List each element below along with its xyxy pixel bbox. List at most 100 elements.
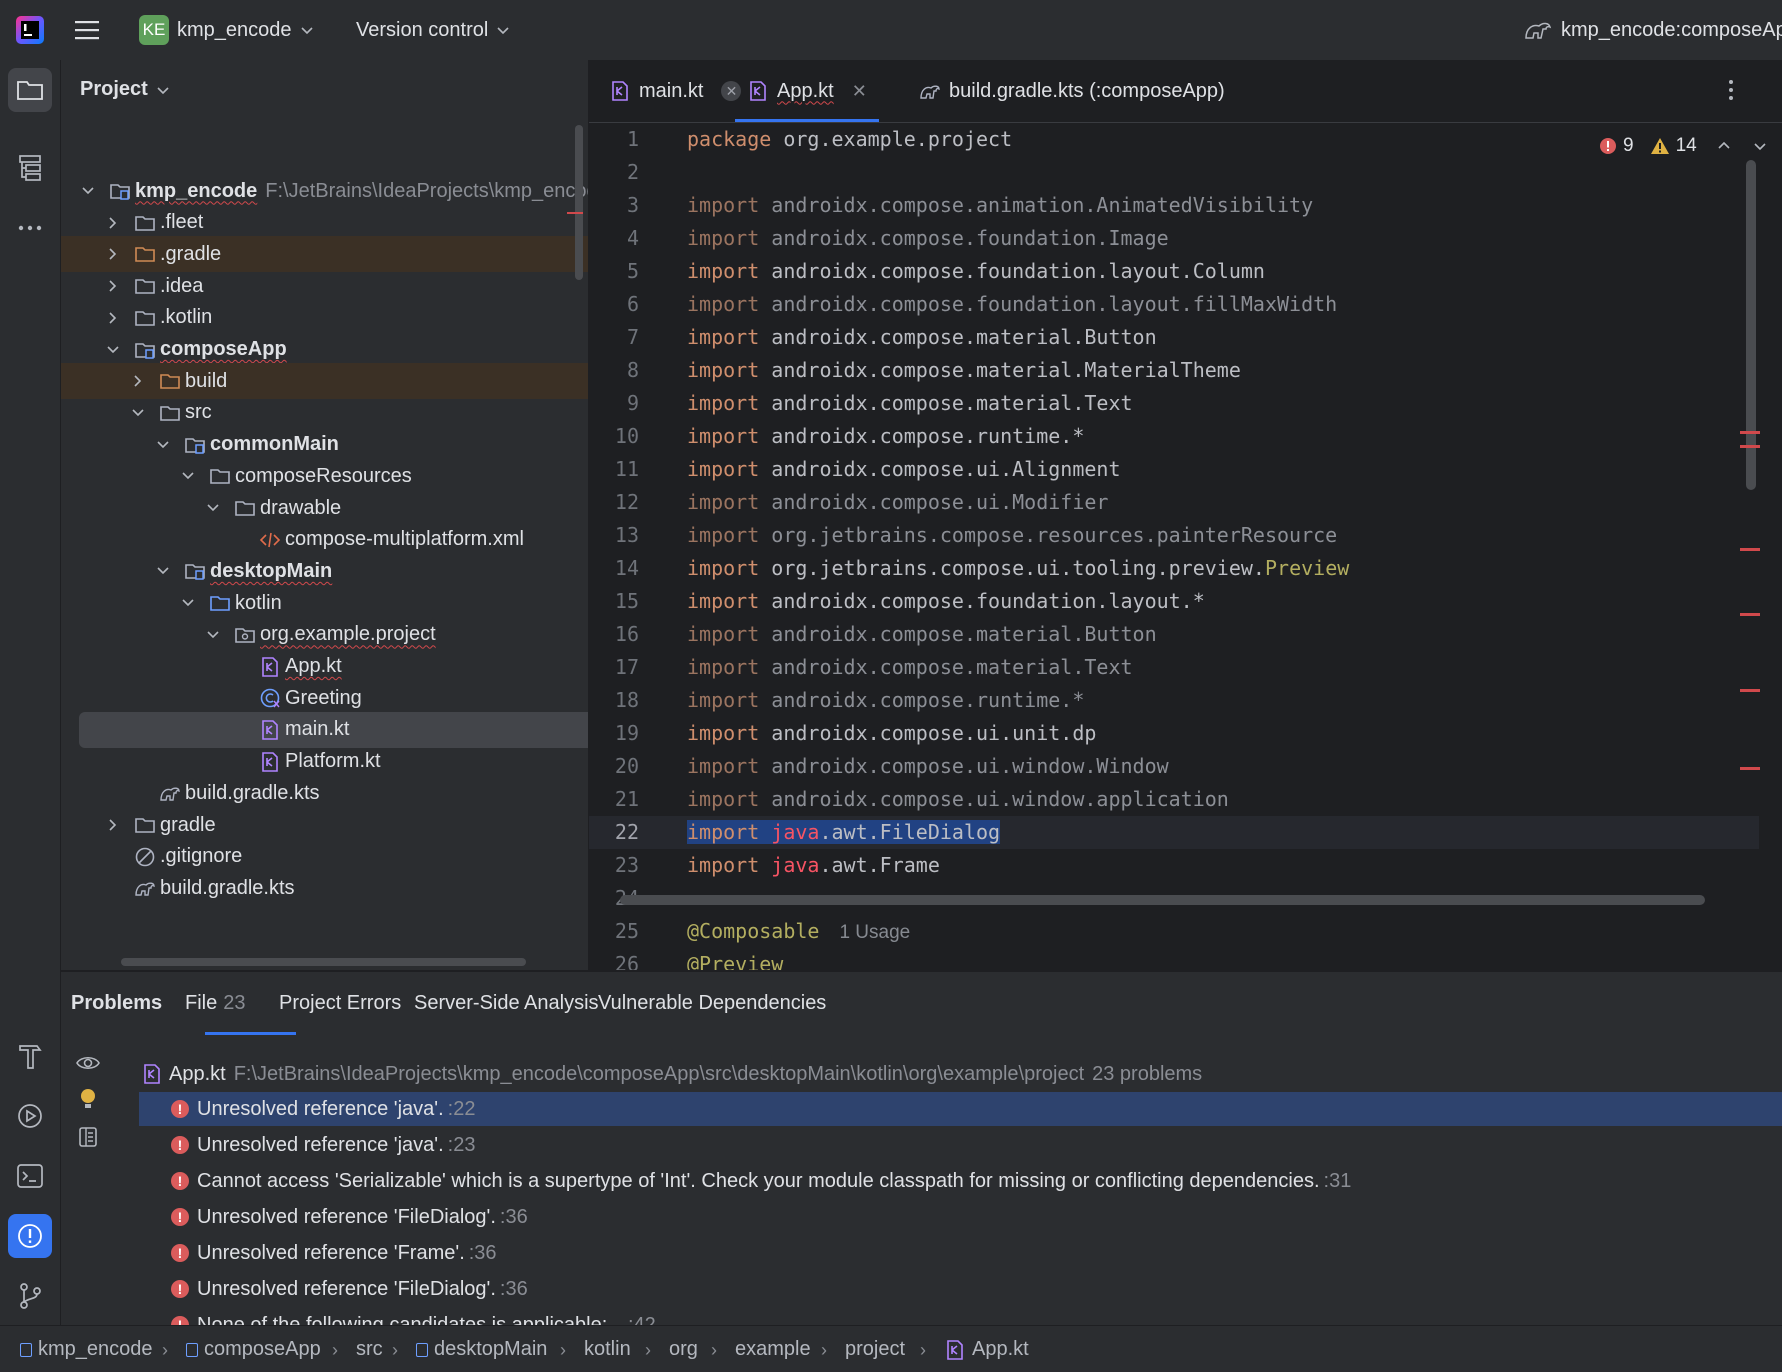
code-line[interactable]: 8 import androidx.compose.material.Materi… [589,354,1759,387]
code-line[interactable]: 4 import androidx.compose.foundation.Imag… [589,222,1759,255]
problem-item[interactable]: ! Unresolved reference 'java'.:23 [171,1128,475,1162]
project-tree-item[interactable]: gradle [61,807,588,843]
chevron-right-icon[interactable] [106,247,120,261]
git-tool-button[interactable] [8,1274,52,1318]
chevron-down-icon[interactable] [181,469,195,483]
project-tree-item[interactable]: build.gradle.kts [61,775,588,811]
project-tree-item[interactable]: .kotlin [61,300,588,336]
error-stripe-marker[interactable] [1740,445,1760,448]
problems-tab[interactable]: Server-Side Analysis [414,992,599,1015]
code-line[interactable]: 23 import java.awt.Frame [589,849,1759,882]
code-line[interactable]: 22 import java.awt.FileDialog [589,816,1759,849]
project-tree-item[interactable]: main.kt [79,711,588,748]
chevron-right-icon[interactable] [106,818,120,832]
code-line[interactable]: 9 import androidx.compose.material.Text [589,387,1759,420]
code-line[interactable]: 7 import androidx.compose.material.Button [589,321,1759,354]
problems-tab[interactable]: Project Errors [279,992,401,1015]
problems-tab[interactable]: Vulnerable Dependencies [598,992,826,1015]
code-line[interactable]: 21 import androidx.compose.ui.window.appl… [589,783,1759,816]
eye-icon[interactable] [75,1050,101,1076]
tab-options-button[interactable] [1727,78,1735,102]
error-stripe-marker[interactable] [1740,689,1760,692]
breadcrumb-item[interactable]: project [845,1338,905,1361]
code-line[interactable]: 14 import org.jetbrains.compose.ui.toolin… [589,552,1759,585]
breadcrumb-item[interactable]: desktopMain [416,1338,547,1361]
project-tree-item[interactable]: src [61,395,588,431]
error-stripe-marker[interactable] [1740,548,1760,551]
problem-item[interactable]: ! Unresolved reference 'java'.:22 [139,1092,1782,1126]
chevron-down-icon[interactable] [181,596,195,610]
code-line[interactable]: 20 import androidx.compose.ui.window.Wind… [589,750,1759,783]
code-line[interactable]: 15 import androidx.compose.foundation.lay… [589,585,1759,618]
services-tool-button[interactable] [8,1094,52,1138]
code-line[interactable]: 26 @Preview [589,948,1759,970]
code-line[interactable]: 16 import androidx.compose.material.Butto… [589,618,1759,651]
error-stripe-marker[interactable] [1740,767,1760,770]
error-stripe-marker[interactable] [1740,613,1760,616]
code-editor[interactable]: 9 14 1 package org.example.project 2 3 impor… [589,123,1782,970]
code-line[interactable]: 3 import androidx.compose.animation.Anima… [589,189,1759,222]
chevron-right-icon[interactable] [131,374,145,388]
chevron-down-icon[interactable] [131,406,145,420]
breadcrumb-item[interactable]: org [669,1338,698,1361]
breadcrumb-item[interactable]: example [735,1338,811,1361]
code-line[interactable]: 18 import androidx.compose.runtime.* [589,684,1759,717]
project-tree-item[interactable]: App.kt [61,649,588,685]
main-menu-button[interactable] [74,12,100,48]
run-config-selector[interactable]: kmp_encode:composeApp [1523,12,1782,48]
code-line[interactable]: 5 import androidx.compose.foundation.layo… [589,255,1759,288]
problems-tool-button[interactable] [8,1214,52,1258]
chevron-down-icon[interactable] [206,628,220,642]
project-tree-item[interactable]: kotlin [61,585,588,621]
structure-tool-button[interactable] [8,146,52,190]
app-logo-icon[interactable] [16,12,44,48]
project-tree-item[interactable]: build.gradle.kts [61,870,588,906]
code-line[interactable]: 10 import androidx.compose.runtime.* [589,420,1759,453]
project-tree-item[interactable]: build [61,363,588,400]
lightbulb-icon[interactable] [75,1086,101,1112]
problem-item[interactable]: ! Cannot access 'Serializable' which is a… [171,1164,1351,1198]
project-tree-item[interactable]: desktopMain [61,553,588,589]
problems-file-header[interactable]: App.kt F:\JetBrains\IdeaProjects\kmp_enc… [141,1057,1202,1091]
editor-tab[interactable]: main.kt ✕ [609,60,742,122]
project-tree-item[interactable]: .fleet [61,205,588,241]
code-line[interactable]: 17 import androidx.compose.material.Text [589,651,1759,684]
code-line[interactable]: 12 import androidx.compose.ui.Modifier [589,486,1759,519]
project-horizontal-scrollbar[interactable] [121,958,526,966]
project-view-selector[interactable]: Project [80,78,170,101]
preview-icon[interactable] [75,1124,101,1150]
project-tree-item[interactable]: composeResources [61,458,588,494]
project-tree-item[interactable]: kmp_encode F:\JetBrains\IdeaProjects\kmp_… [61,173,588,209]
breadcrumb-item[interactable]: kotlin [584,1338,631,1361]
project-tree-item[interactable]: compose-multiplatform.xml [61,522,588,558]
terminal-tool-button[interactable] [8,1154,52,1198]
code-line[interactable]: 19 import androidx.compose.ui.unit.dp [589,717,1759,750]
more-tools-button[interactable] [8,206,52,250]
code-line[interactable]: 6 import androidx.compose.foundation.layo… [589,288,1759,321]
editor-vertical-scrollbar[interactable] [1746,160,1756,490]
vcs-menu[interactable]: Version control [356,12,510,48]
project-switcher[interactable]: KE kmp_encode [139,12,314,48]
breadcrumb-item[interactable]: App.kt [944,1338,1029,1361]
editor-tab[interactable]: App.kt ✕ [735,60,879,122]
project-tree-item[interactable]: Platform.kt [61,744,588,780]
code-line[interactable]: 25 @Composable 1 Usage [589,915,1759,948]
project-tree-item[interactable]: .gitignore [61,839,588,875]
chevron-right-icon[interactable] [106,279,120,293]
project-tree-item[interactable]: org.example.project [61,617,588,653]
project-tree-item[interactable]: .idea [61,268,588,304]
code-line[interactable]: 11 import androidx.compose.ui.Alignment [589,453,1759,486]
problem-item[interactable]: ! None of the following candidates is app… [171,1308,656,1326]
breadcrumb-item[interactable]: composeApp [186,1338,321,1361]
chevron-right-icon[interactable] [106,311,120,325]
problems-tab[interactable]: Problems [71,992,162,1015]
chevron-down-icon[interactable] [156,438,170,452]
project-tree-item[interactable]: drawable [61,490,588,526]
build-tool-button[interactable] [8,1034,52,1078]
project-tree-item[interactable]: .gradle [61,236,588,273]
problem-item[interactable]: ! Unresolved reference 'FileDialog'.:36 [171,1272,528,1306]
chevron-right-icon[interactable] [106,216,120,230]
error-stripe-marker[interactable] [1740,431,1760,434]
editor-horizontal-scrollbar[interactable] [620,895,1705,905]
project-tree-item[interactable]: Greeting [61,680,588,716]
